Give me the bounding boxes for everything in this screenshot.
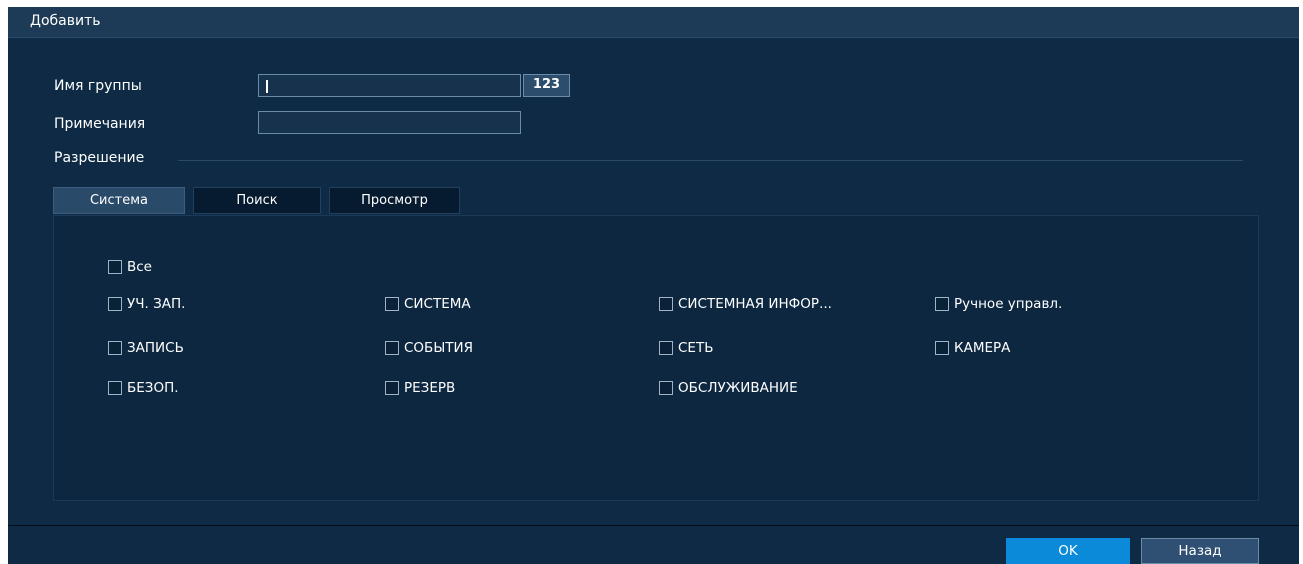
checkbox-box[interactable] — [659, 381, 673, 395]
group-name-input[interactable] — [258, 74, 521, 97]
checkbox-label: ОБСЛУЖИВАНИЕ — [678, 380, 798, 396]
checkbox-camera[interactable]: КАМЕРА — [935, 339, 1010, 357]
permissions-panel — [53, 215, 1259, 501]
notes-input[interactable] — [258, 111, 521, 134]
tab-system[interactable]: Система — [53, 187, 185, 214]
checkbox-box[interactable] — [659, 297, 673, 311]
checkbox-security[interactable]: БЕЗОП. — [108, 379, 179, 397]
checkbox-box[interactable] — [935, 341, 949, 355]
checkbox-box[interactable] — [659, 341, 673, 355]
tab-search[interactable]: Поиск — [193, 187, 321, 214]
ok-button[interactable]: OK — [1006, 538, 1130, 564]
checkbox-box[interactable] — [385, 341, 399, 355]
checkbox-record[interactable]: ЗАПИСЬ — [108, 339, 184, 357]
text-cursor — [266, 80, 268, 93]
checkbox-account[interactable]: УЧ. ЗАП. — [108, 295, 185, 313]
checkbox-box[interactable] — [935, 297, 949, 311]
checkbox-box[interactable] — [108, 381, 122, 395]
checkbox-manual-control[interactable]: Ручное управл. — [935, 295, 1062, 313]
checkbox-label: СЕТЬ — [678, 340, 714, 356]
add-group-dialog: Добавить Имя группы 123 Примечания Разре… — [8, 7, 1299, 564]
checkbox-label: КАМЕРА — [954, 340, 1011, 356]
checkbox-label: БЕЗОП. — [127, 380, 179, 396]
group-name-label: Имя группы — [54, 78, 142, 94]
back-button[interactable]: Назад — [1141, 538, 1259, 564]
checkbox-label: УЧ. ЗАП. — [127, 296, 186, 312]
checkbox-network[interactable]: СЕТЬ — [659, 339, 713, 357]
permission-section-label: Разрешение — [54, 150, 145, 166]
checkbox-box[interactable] — [108, 341, 122, 355]
checkbox-box[interactable] — [108, 260, 122, 274]
tab-view[interactable]: Просмотр — [329, 187, 460, 214]
checkbox-maintenance[interactable]: ОБСЛУЖИВАНИЕ — [659, 379, 798, 397]
checkbox-label: ЗАПИСЬ — [127, 340, 184, 356]
dialog-title: Добавить — [30, 13, 101, 29]
notes-label: Примечания — [54, 116, 146, 132]
checkbox-label: Ручное управл. — [954, 296, 1063, 312]
checkbox-system[interactable]: СИСТЕМА — [385, 295, 471, 313]
footer-divider — [8, 525, 1299, 526]
checkbox-label: СИСТЕМА — [404, 296, 471, 312]
keyboard-toggle-button[interactable]: 123 — [523, 74, 570, 97]
checkbox-label: СОБЫТИЯ — [404, 340, 473, 356]
checkbox-system-info[interactable]: СИСТЕМНАЯ ИНФОР... — [659, 295, 832, 313]
section-divider — [178, 160, 1243, 161]
checkbox-all[interactable]: Все — [108, 258, 152, 276]
checkbox-box[interactable] — [385, 381, 399, 395]
checkbox-label: Все — [127, 259, 152, 275]
checkbox-backup[interactable]: РЕЗЕРВ — [385, 379, 455, 397]
checkbox-box[interactable] — [108, 297, 122, 311]
title-bar: Добавить — [8, 7, 1299, 38]
checkbox-box[interactable] — [385, 297, 399, 311]
checkbox-label: СИСТЕМНАЯ ИНФОР... — [678, 296, 832, 312]
checkbox-label: РЕЗЕРВ — [404, 380, 456, 396]
checkbox-events[interactable]: СОБЫТИЯ — [385, 339, 473, 357]
